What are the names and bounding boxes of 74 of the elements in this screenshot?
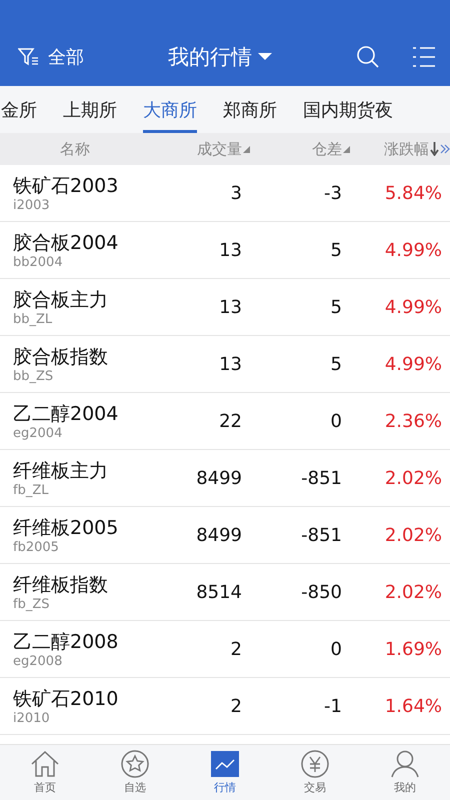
table-cell-text: 8499 bbox=[195, 468, 242, 488]
chart-icon bbox=[210, 750, 240, 778]
contract-code: fb_ZL bbox=[13, 482, 50, 498]
caret-icon bbox=[258, 53, 272, 61]
contract-code: eg2008 bbox=[13, 654, 64, 668]
filter-button[interactable]: 全部 bbox=[18, 45, 168, 69]
nav-tab[interactable]: 交易 bbox=[270, 745, 360, 800]
contract-code: eg2004 bbox=[13, 426, 64, 440]
contract-name: 乙二醇2008 bbox=[13, 630, 120, 654]
contract-code: i2003 bbox=[13, 198, 51, 212]
table-cell-text: 5 bbox=[330, 354, 342, 374]
nav-tab[interactable]: 自选 bbox=[90, 745, 180, 800]
column-header[interactable]: 成交量 bbox=[197, 140, 242, 158]
nav-tab[interactable]: 行情 bbox=[180, 745, 270, 800]
table-cell-text: 8499 bbox=[195, 524, 242, 546]
table-cell-text: 13 bbox=[218, 296, 242, 318]
exchange-tab[interactable]: 国内期货夜 bbox=[303, 86, 393, 133]
contract-name: 纤维板主力 bbox=[13, 458, 109, 482]
yen-icon bbox=[300, 750, 330, 778]
table-cell-text: 1.64% bbox=[384, 696, 442, 716]
filter-icon bbox=[18, 47, 40, 67]
table-cell-text: 0 bbox=[330, 638, 342, 660]
table-cell-text: -851 bbox=[300, 524, 342, 546]
table-cell-text: 2.02% bbox=[384, 582, 442, 602]
table-cell-text: 2.02% bbox=[384, 524, 442, 546]
table-cell-text: -851 bbox=[300, 468, 342, 488]
contract-code: fb_ZS bbox=[13, 596, 50, 612]
exchange-tab[interactable]: 郑商所 bbox=[223, 86, 277, 133]
table-cell-text: 3 bbox=[230, 182, 242, 204]
menu-icon[interactable] bbox=[412, 46, 436, 68]
contract-code: bb2004 bbox=[13, 254, 64, 270]
person-icon bbox=[390, 750, 420, 778]
table-cell-text: 8514 bbox=[195, 582, 242, 602]
contract-name: 胶合板主力 bbox=[13, 288, 109, 312]
column-header: 名称 bbox=[60, 140, 90, 158]
table-cell-text: 1.69% bbox=[384, 638, 442, 660]
table-cell-text: 0 bbox=[330, 410, 342, 432]
table-cell-text: 5.84% bbox=[384, 182, 442, 204]
table-cell-text: -3 bbox=[323, 182, 342, 204]
contract-code: fb2005 bbox=[13, 540, 60, 554]
table-cell-text: 5 bbox=[330, 240, 342, 260]
table-cell-text: 22 bbox=[218, 410, 242, 432]
contract-name: 胶合板指数 bbox=[13, 344, 109, 368]
more-columns-icon[interactable] bbox=[440, 144, 450, 154]
column-header[interactable]: 涨跌幅 bbox=[384, 140, 429, 158]
table-cell-text: 4.99% bbox=[384, 240, 442, 260]
table-cell-text: -1 bbox=[323, 696, 342, 716]
table-cell-text: 4.99% bbox=[384, 354, 442, 374]
contract-name: 纤维板指数 bbox=[13, 572, 109, 596]
table-cell-text: 2.36% bbox=[384, 410, 442, 432]
contract-name: 乙二醇2004 bbox=[13, 402, 120, 426]
contract-code: bb_ZL bbox=[13, 312, 54, 326]
table-cell-text: 13 bbox=[218, 354, 242, 374]
nav-tab[interactable]: 首页 bbox=[0, 745, 90, 800]
contract-code: bb_ZS bbox=[13, 368, 54, 384]
table-cell-text: 2 bbox=[230, 696, 242, 716]
table-cell-text: -850 bbox=[300, 582, 342, 602]
table-cell-text: 2.02% bbox=[384, 468, 442, 488]
table-cell-text: 2 bbox=[230, 638, 242, 660]
contract-name: 胶合板2004 bbox=[13, 230, 120, 254]
contract-name: 纤维板2005 bbox=[13, 516, 120, 540]
exchange-tab[interactable]: 上期所 bbox=[63, 86, 117, 133]
title-dropdown[interactable]: 我的行情 bbox=[168, 43, 272, 71]
contract-code: i2010 bbox=[13, 710, 51, 726]
exchange-tab[interactable]: 金所 bbox=[1, 86, 37, 133]
contract-name: 铁矿石2010 bbox=[13, 686, 120, 710]
table-cell-text: 13 bbox=[218, 240, 242, 260]
table-cell-text: 5 bbox=[330, 296, 342, 318]
table-cell-text: 4.99% bbox=[384, 296, 442, 318]
column-header[interactable]: 仓差 bbox=[312, 140, 342, 158]
nav-tab[interactable]: 我的 bbox=[360, 745, 450, 800]
home-icon bbox=[30, 750, 60, 778]
contract-name: 铁矿石2003 bbox=[13, 174, 120, 198]
search-icon[interactable] bbox=[356, 45, 380, 69]
